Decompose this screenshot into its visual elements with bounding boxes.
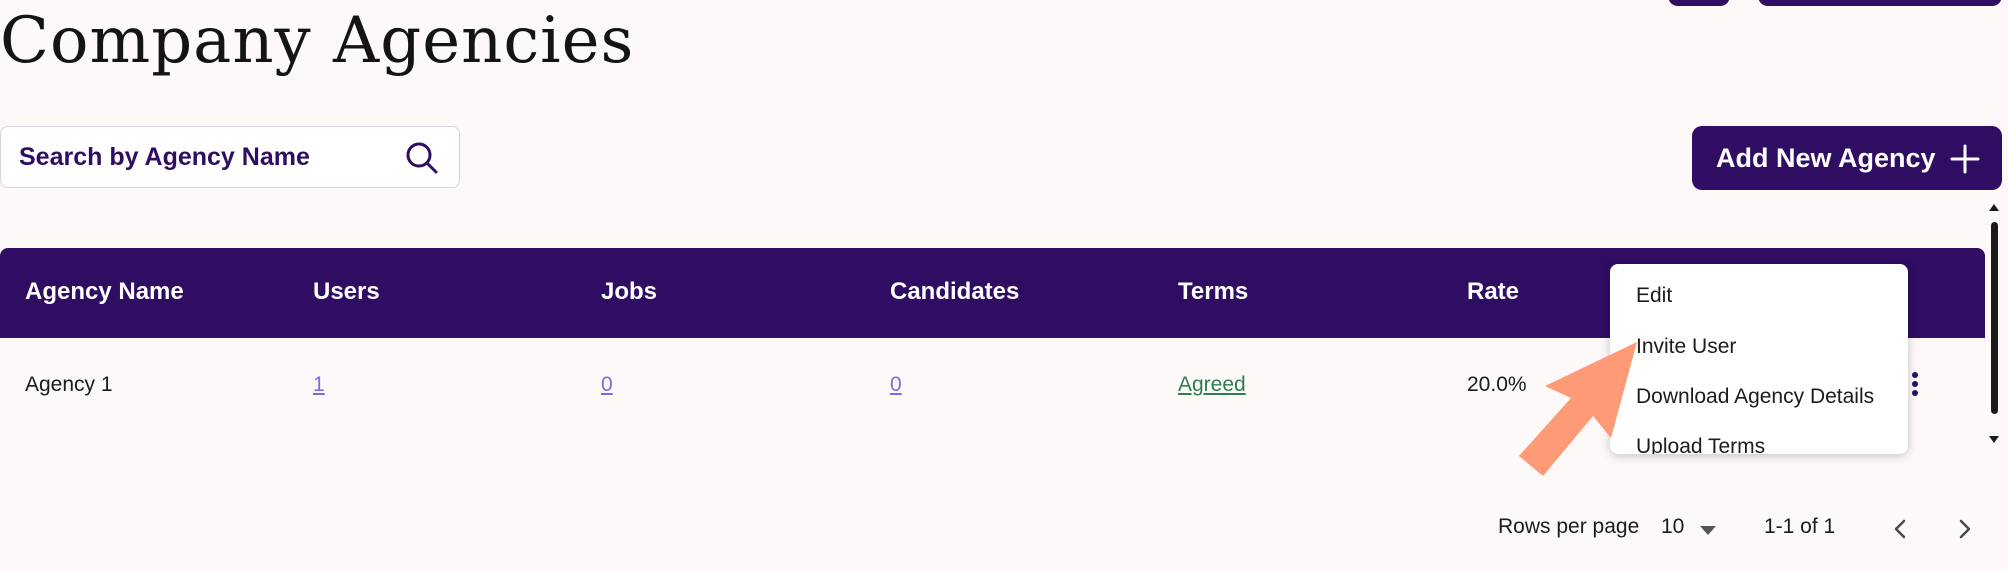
search-icon[interactable]: [405, 141, 439, 175]
column-header-agency-name[interactable]: Agency Name: [25, 278, 184, 306]
menu-item-download-agency-details[interactable]: Download Agency Details: [1636, 385, 1874, 409]
top-action-button-2[interactable]: [1758, 0, 2002, 6]
chevron-right-icon[interactable]: [1951, 516, 1977, 542]
scroll-down-arrow-icon[interactable]: [1989, 436, 1999, 443]
plus-icon: [1950, 144, 1980, 174]
column-header-terms[interactable]: Terms: [1178, 278, 1248, 306]
rows-per-page-label: Rows per page: [1498, 515, 1640, 538]
cell-terms-link[interactable]: Agreed: [1178, 373, 1246, 397]
menu-item-upload-terms[interactable]: Upload Terms: [1636, 435, 1765, 454]
chevron-down-icon[interactable]: [1700, 526, 1716, 536]
column-header-rate[interactable]: Rate: [1467, 278, 1519, 306]
cell-agency-name: Agency 1: [25, 373, 113, 396]
scrollbar-thumb[interactable]: [1991, 222, 1998, 414]
table-scrollbar[interactable]: [1987, 200, 2001, 450]
search-input[interactable]: [17, 127, 391, 188]
add-new-agency-button[interactable]: Add New Agency: [1692, 126, 2002, 190]
menu-item-invite-user[interactable]: Invite User: [1636, 335, 1736, 359]
cell-users-link[interactable]: 1: [313, 373, 325, 397]
pointer-arrow-icon: [1519, 342, 1637, 476]
menu-item-edit[interactable]: Edit: [1636, 284, 1672, 308]
top-action-button-1[interactable]: [1668, 0, 1730, 6]
kebab-menu-icon[interactable]: [1905, 368, 1925, 400]
add-new-agency-label: Add New Agency: [1716, 142, 1936, 173]
row-actions-menu: Edit Invite User Download Agency Details…: [1610, 264, 1908, 454]
column-header-candidates[interactable]: Candidates: [890, 278, 1019, 306]
chevron-left-icon[interactable]: [1888, 516, 1914, 542]
page-title: Company Agencies: [0, 4, 635, 78]
cell-candidates-link[interactable]: 0: [890, 373, 902, 397]
search-box: [0, 126, 460, 188]
cell-jobs-link[interactable]: 0: [601, 373, 613, 397]
scroll-up-arrow-icon[interactable]: [1989, 204, 1999, 211]
column-header-users[interactable]: Users: [313, 278, 380, 306]
pagination-range: 1-1 of 1: [1764, 515, 1836, 538]
column-header-jobs[interactable]: Jobs: [601, 278, 657, 306]
rows-per-page-select[interactable]: 10: [1661, 515, 1684, 539]
